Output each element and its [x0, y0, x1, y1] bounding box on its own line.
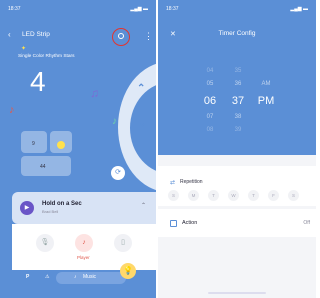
yellow-color-swatch — [57, 141, 65, 149]
day-toggle-fri[interactable]: F — [268, 190, 279, 201]
status-bar: 18:37 ▂▄▆ ▬ — [166, 6, 308, 14]
chevron-up-icon[interactable]: ⌃ — [141, 202, 146, 209]
repetition-card: ⇄ Repetition S M T W T F S — [158, 166, 316, 206]
phone-icon[interactable]: ▯ — [114, 234, 132, 252]
mode-label-player: Player — [77, 255, 90, 260]
ampm-option[interactable]: AM — [254, 78, 278, 91]
mode-subtitle: Single Color Rhythm Stars — [18, 54, 75, 59]
mic-icon[interactable]: 🎙 — [36, 234, 54, 252]
timer-config-screen: 18:37 ▂▄▆ ▬ ✕ Timer Config 04 05 06 07 0… — [158, 0, 316, 298]
track-title: Hold on a Sec — [42, 201, 82, 207]
play-icon[interactable]: ▶ — [20, 201, 34, 215]
chevron-down-icon[interactable]: ⌄ — [138, 118, 146, 129]
chevron-up-icon[interactable]: ⌃ — [137, 83, 145, 94]
level-tile[interactable] — [21, 156, 71, 176]
repetition-label: Repetition — [180, 179, 203, 185]
page-title: LED Strip — [22, 31, 50, 38]
music-note-icon: ♪ — [9, 104, 15, 116]
day-toggle-sat[interactable]: S — [288, 190, 299, 201]
day-toggle-mon[interactable]: M — [188, 190, 199, 201]
day-toggle-tue[interactable]: T — [208, 190, 219, 201]
day-toggle-wed[interactable]: W — [228, 190, 239, 201]
status-signal: ▂▄▆ ▬ — [130, 6, 148, 12]
brightness-value: 4 — [30, 66, 46, 97]
more-vertical-icon[interactable]: ⋮ — [144, 31, 153, 42]
page-title: Timer Config — [218, 30, 256, 37]
music-note-icon: ♪ — [74, 274, 77, 280]
status-time: 18:37 — [166, 6, 179, 12]
calendar-icon — [170, 220, 177, 227]
minute-selected[interactable]: 37 — [226, 91, 250, 111]
ampm-option[interactable] — [254, 65, 278, 78]
ampm-picker[interactable]: AM PM — [254, 65, 278, 137]
tile-value: 44 — [40, 164, 46, 170]
hour-selected[interactable]: 06 — [198, 91, 222, 111]
action-value: Off — [303, 220, 310, 226]
refresh-icon[interactable]: ⟳ — [111, 166, 125, 180]
hour-option[interactable]: 08 — [198, 124, 222, 137]
minute-picker[interactable]: 35 36 37 38 39 — [226, 65, 250, 137]
home-indicator — [208, 292, 266, 294]
status-time: 18:37 — [8, 6, 21, 12]
music-note-icon: ♫ — [90, 86, 99, 100]
ampm-option[interactable] — [254, 124, 278, 137]
mode-selector: 🎙 ♪ Player ▯ — [12, 224, 156, 270]
status-signal: ▂▄▆ ▬ — [290, 6, 308, 12]
action-label: Action — [182, 220, 198, 226]
led-strip-screen: 18:37 ▂▄▆ ▬ ‹ LED Strip ⋮ ✦ Single Color… — [0, 0, 156, 298]
music-note-icon: ♪ — [112, 116, 117, 127]
day-toggle-thu[interactable]: T — [248, 190, 259, 201]
hour-option[interactable]: 05 — [198, 78, 222, 91]
action-row[interactable]: Action Off — [158, 209, 316, 237]
minute-option[interactable]: 36 — [226, 78, 250, 91]
day-toggle-sun[interactable]: S — [168, 190, 179, 201]
sparkle-icon: ✦ — [21, 46, 27, 52]
repeat-icon: ⇄ — [170, 180, 176, 186]
hour-option[interactable]: 04 — [198, 65, 222, 78]
status-bar: 18:37 ▂▄▆ ▬ — [8, 6, 148, 14]
hour-picker[interactable]: 04 05 06 07 08 — [198, 65, 222, 137]
track-artist: Brad Bell — [42, 209, 59, 214]
lightbulb-icon[interactable]: 💡 — [120, 263, 136, 279]
tab-p[interactable]: P — [26, 274, 29, 280]
chevron-left-icon[interactable]: ‹ — [8, 31, 11, 39]
tile-value: 9 — [32, 141, 35, 147]
alarm-clock-icon[interactable] — [118, 33, 124, 39]
minute-option[interactable]: 39 — [226, 124, 250, 137]
music-player-bar[interactable]: ▶ Hold on a Sec Brad Bell ⌃ — [12, 192, 156, 224]
tab-warning[interactable]: ⚠ — [45, 274, 49, 280]
ampm-selected[interactable]: PM — [254, 91, 278, 111]
tab-music-label: Music — [83, 274, 97, 280]
hour-option[interactable]: 07 — [198, 111, 222, 124]
music-note-icon[interactable]: ♪ — [75, 234, 93, 252]
minute-option[interactable]: 35 — [226, 65, 250, 78]
minute-option[interactable]: 38 — [226, 111, 250, 124]
ampm-option[interactable] — [254, 111, 278, 124]
